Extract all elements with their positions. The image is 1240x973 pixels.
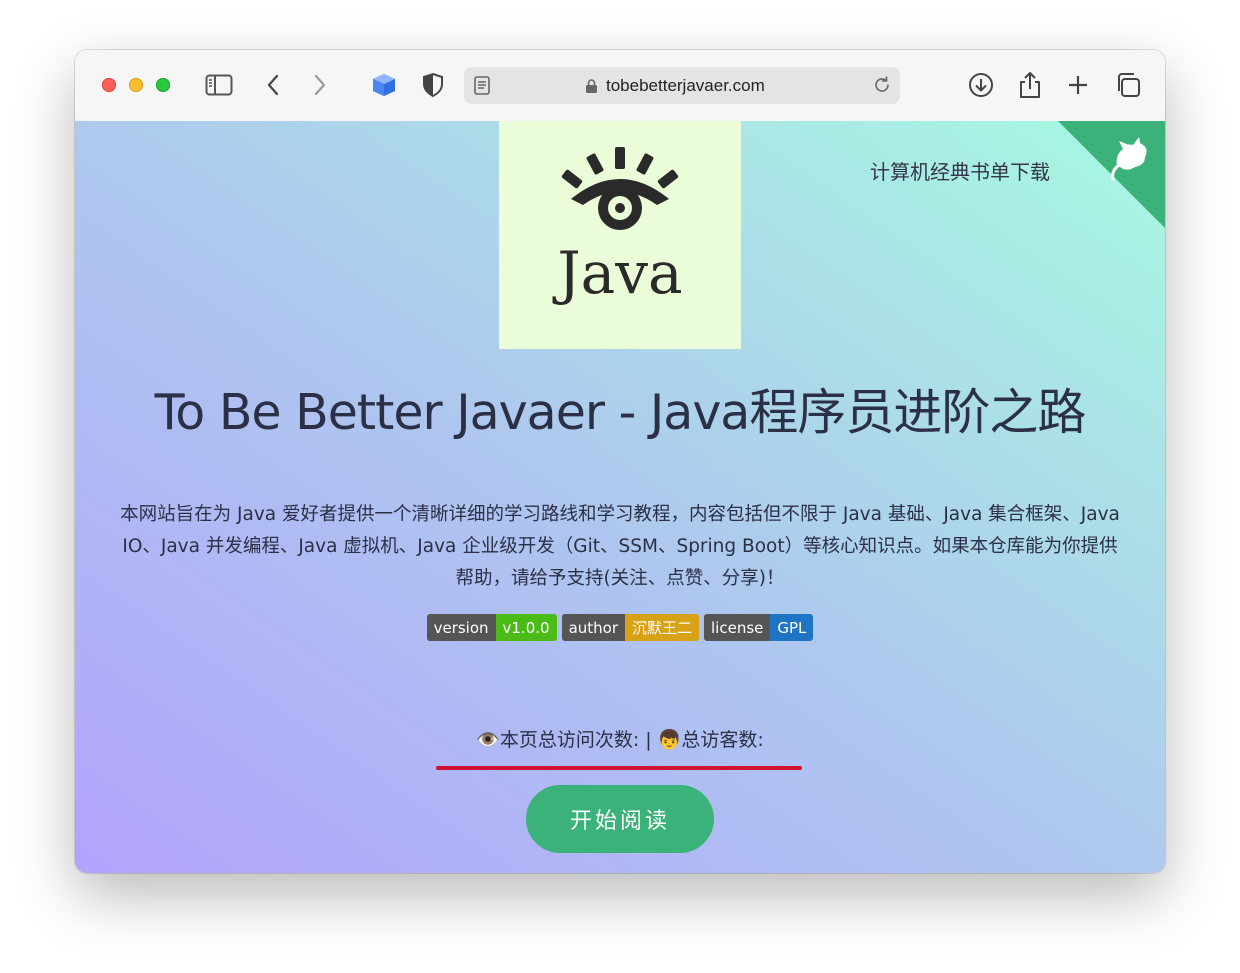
license-badge[interactable]: license GPL xyxy=(704,614,814,641)
badge-value: GPL xyxy=(770,614,814,641)
badge-key: license xyxy=(704,614,771,641)
eye-icon: 👁️ xyxy=(476,729,500,751)
visit-stats: 👁️本页总访问次数: | 👦总访客数: xyxy=(75,725,1165,752)
badge-value: 沉默王二 xyxy=(625,614,700,641)
forward-icon[interactable] xyxy=(305,70,335,100)
reload-icon[interactable] xyxy=(872,75,892,99)
new-tab-icon[interactable] xyxy=(1063,70,1093,100)
back-icon[interactable] xyxy=(258,70,288,100)
visitor-icon: 👦 xyxy=(657,729,682,751)
book-list-download-link[interactable]: 计算机经典书单下载 xyxy=(870,156,1050,185)
page-views-label: 本页总访问次数: xyxy=(499,729,640,751)
minimize-window-button[interactable] xyxy=(129,78,143,92)
shield-icon[interactable] xyxy=(418,70,448,100)
page-content: Java 计算机经典书单下载 To Be Better Javaer - Jav… xyxy=(75,121,1165,873)
url-text[interactable]: tobebetterjavaer.com xyxy=(606,76,765,96)
lock-icon xyxy=(585,78,598,98)
close-window-button[interactable] xyxy=(102,78,116,92)
badge-key: author xyxy=(561,614,625,641)
stats-separator: | xyxy=(645,729,652,751)
java-logo: Java xyxy=(499,121,741,349)
sidebar-icon[interactable] xyxy=(204,70,234,100)
start-reading-button[interactable]: 开始阅读 xyxy=(526,785,714,853)
annotation-underline xyxy=(436,766,802,770)
address-bar[interactable]: tobebetterjavaer.com xyxy=(464,67,900,104)
logo-text: Java xyxy=(557,239,683,307)
extension-cube-icon[interactable] xyxy=(369,70,399,100)
download-icon[interactable] xyxy=(966,70,996,100)
version-badge[interactable]: version v1.0.0 xyxy=(426,614,557,641)
zoom-window-button[interactable] xyxy=(156,78,170,92)
tabs-overview-icon[interactable] xyxy=(1113,70,1143,100)
page-title: To Be Better Javaer - Java程序员进阶之路 xyxy=(154,384,1087,441)
badge-key: version xyxy=(426,614,496,641)
site-description: 本网站旨在为 Java 爱好者提供一个清晰详细的学习路线和学习教程，内容包括但不… xyxy=(120,504,1120,589)
browser-toolbar: tobebetterjavaer.com xyxy=(75,50,1165,122)
eye-logo-icon xyxy=(561,147,679,230)
badge-row: version v1.0.0 author 沉默王二 license GPL xyxy=(75,614,1165,641)
visitors-label: 总访客数: xyxy=(681,729,764,751)
reader-icon[interactable] xyxy=(474,76,490,99)
badge-value: v1.0.0 xyxy=(495,614,557,641)
author-badge[interactable]: author 沉默王二 xyxy=(561,614,700,641)
github-cat-icon[interactable] xyxy=(1105,135,1151,185)
share-icon[interactable] xyxy=(1015,70,1045,100)
browser-window: tobebetterjavaer.com Java 计算机经典书单下载 To B… xyxy=(75,50,1165,873)
